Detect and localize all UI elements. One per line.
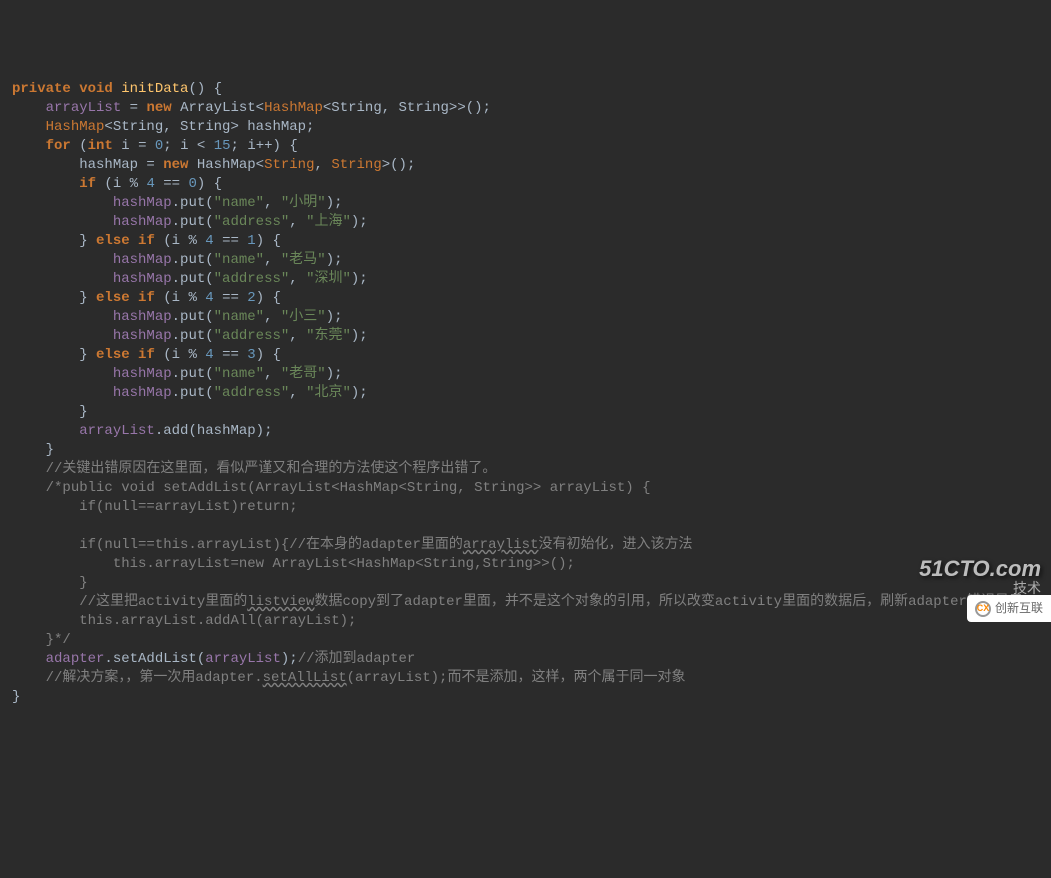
code-line: //关键出错原因在这里面，看似严谨又和合理的方法使这个程序出错了。 <box>12 460 1039 479</box>
code-line: hashMap.put("address", "深圳"); <box>12 270 1039 289</box>
code-line: }*/ <box>12 631 1039 650</box>
code-line: this.arrayList.addAll(arrayList); <box>12 612 1039 631</box>
code-line: if(null==arrayList)return; <box>12 498 1039 517</box>
code-line: hashMap.put("address", "东莞"); <box>12 327 1039 346</box>
code-line: hashMap.put("name", "小三"); <box>12 308 1039 327</box>
code-line: HashMap<String, String> hashMap; <box>12 118 1039 137</box>
code-line: if (i % 4 == 0) { <box>12 175 1039 194</box>
code-line: } else if (i % 4 == 2) { <box>12 289 1039 308</box>
code-line: /*public void setAddList(ArrayList<HashM… <box>12 479 1039 498</box>
code-line: hashMap.put("name", "小明"); <box>12 194 1039 213</box>
code-line: this.arrayList=new ArrayList<HashMap<Str… <box>12 555 1039 574</box>
code-editor[interactable]: private void initData() { arrayList = ne… <box>12 80 1039 707</box>
code-line: for (int i = 0; i < 15; i++) { <box>12 137 1039 156</box>
code-line: arrayList = new ArrayList<HashMap<String… <box>12 99 1039 118</box>
code-line: hashMap.put("address", "北京"); <box>12 384 1039 403</box>
code-line: adapter.setAddList(arrayList);//添加到adapt… <box>12 650 1039 669</box>
code-line: } else if (i % 4 == 1) { <box>12 232 1039 251</box>
code-line: //这里把activity里面的listview数据copy到了adapter里… <box>12 593 1039 612</box>
code-line: hashMap.put("name", "老马"); <box>12 251 1039 270</box>
code-line: hashMap.put("address", "上海"); <box>12 213 1039 232</box>
code-line: } <box>12 441 1039 460</box>
code-line: private void initData() { <box>12 80 1039 99</box>
code-line: if(null==this.arrayList){//在本身的adapter里面… <box>12 536 1039 555</box>
code-line: } <box>12 403 1039 422</box>
code-line: } else if (i % 4 == 3) { <box>12 346 1039 365</box>
code-line <box>12 517 1039 536</box>
code-line: } <box>12 574 1039 593</box>
code-line: hashMap = new HashMap<String, String>(); <box>12 156 1039 175</box>
code-line: hashMap.put("name", "老哥"); <box>12 365 1039 384</box>
code-line: arrayList.add(hashMap); <box>12 422 1039 441</box>
code-line: //解决方案，，第一次用adapter.setAllList(arrayList… <box>12 669 1039 688</box>
code-line: } <box>12 688 1039 707</box>
